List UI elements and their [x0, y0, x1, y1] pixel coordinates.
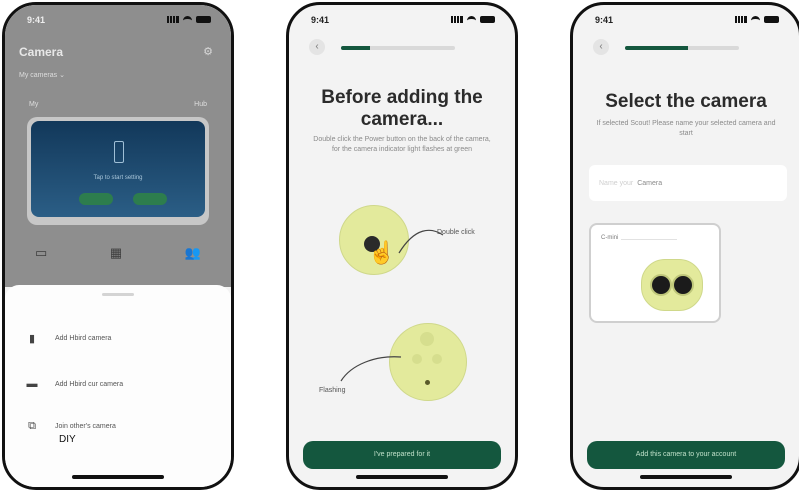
option-label: Join other's camera — [55, 422, 116, 430]
wifi-icon — [467, 16, 476, 23]
signal-icon — [735, 16, 747, 23]
option-add-outdoor-camera[interactable]: ▬ Add Hbird cur camera — [25, 375, 221, 393]
back-button[interactable]: ‹ — [309, 39, 325, 55]
camera-lens-icon — [672, 274, 694, 296]
gear-icon[interactable]: ⚙ — [203, 45, 213, 58]
status-icons — [167, 16, 211, 23]
page-title: Select the camera — [605, 91, 767, 112]
camera-device-image — [641, 259, 703, 311]
camera-card-text: Tap to start setting — [93, 175, 143, 181]
card-action-button-right[interactable] — [133, 193, 167, 205]
back-button[interactable]: ‹ — [593, 39, 609, 55]
page-title: Camera — [19, 45, 64, 59]
home-indicator — [72, 475, 164, 479]
sensor-icon — [420, 332, 434, 346]
callout-double-click: Double click — [437, 229, 475, 236]
column-right: Hub — [194, 101, 207, 108]
wifi-icon — [183, 16, 192, 23]
camera-filter-label: My cameras — [19, 72, 58, 79]
nav-gallery-icon[interactable]: ▦ — [110, 245, 122, 261]
signal-icon — [167, 16, 179, 23]
card-action-button-left[interactable] — [79, 193, 113, 205]
camera-lens-icon — [650, 274, 672, 296]
phone-add-camera-menu: 9:41 Camera ⚙ My cameras ⌄ My Hub Tap to… — [2, 2, 234, 490]
column-labels: My Hub — [29, 101, 207, 108]
page-description: If selected Scout! Please name your sele… — [596, 120, 776, 137]
column-left: My — [29, 101, 39, 108]
prepared-button[interactable]: I've prepared for it — [303, 441, 501, 469]
battery-icon — [480, 16, 495, 23]
add-camera-button[interactable]: Add this camera to your account — [587, 441, 785, 469]
camera-card[interactable]: Tap to start setting — [27, 117, 209, 225]
camera-name-value: Camera — [637, 179, 663, 187]
camera-preview: Tap to start setting — [31, 121, 205, 217]
phone-select-camera: 9:41 ‹ Select the camera If selected Sco… — [570, 2, 799, 490]
home-indicator — [356, 475, 448, 479]
nav-video-icon[interactable]: ▭ — [35, 245, 47, 261]
camera-name-input[interactable]: Name your Camera — [589, 165, 787, 201]
signal-icon — [451, 16, 463, 23]
status-time: 9:41 — [27, 15, 46, 25]
nav-shared-icon[interactable]: 👥 — [185, 245, 201, 261]
status-time: 9:41 — [595, 15, 614, 25]
progress-fill — [341, 46, 370, 50]
option-add-camera[interactable]: ▮ Add Hbird camera — [25, 329, 221, 347]
battery-icon — [764, 16, 779, 23]
status-icons — [735, 16, 779, 23]
status-bar: 9:41 — [5, 15, 231, 29]
divider — [621, 239, 677, 240]
status-icons — [451, 16, 495, 23]
page-title: Before adding the camera... — [321, 87, 483, 130]
progress-fill — [625, 46, 688, 50]
progress-bar — [625, 46, 739, 50]
sheet-handle[interactable] — [102, 293, 134, 296]
phone-before-adding: 9:41 ‹ Before adding the camera... Doubl… — [286, 2, 518, 490]
option-label: Add Hbird camera — [55, 334, 112, 342]
hand-pointer-icon: ☝ — [368, 240, 396, 265]
camera-option-tile[interactable]: C-mini — [589, 223, 721, 323]
callout-flashing: Flashing — [319, 387, 346, 394]
diy-label: DIY — [59, 434, 76, 445]
bottom-nav: ▭ ▦ 👥 — [35, 245, 201, 261]
home-indicator — [640, 475, 732, 479]
wifi-icon — [751, 16, 760, 23]
camera-filter[interactable]: My cameras ⌄ — [19, 71, 65, 79]
callout-arrow-bottom — [340, 356, 402, 382]
status-bar: 9:41 — [573, 15, 799, 29]
status-bar: 9:41 — [289, 15, 515, 29]
outdoor-camera-icon: ▬ — [26, 378, 38, 390]
indicator-light-icon — [425, 380, 430, 385]
camera-option-label: C-mini — [601, 235, 619, 241]
option-label: Add Hbird cur camera — [55, 380, 124, 388]
option-join-camera[interactable]: ⧉ Join other's camera — [25, 417, 221, 435]
status-time: 9:41 — [311, 15, 330, 25]
add-camera-sheet: ▮ Add Hbird camera ▬ Add Hbird cur camer… — [5, 285, 231, 487]
camera-name-label: Name your — [599, 179, 634, 187]
page-description: Double click the Power button on the bac… — [313, 136, 491, 153]
shared-camera-icon: ⧉ — [28, 419, 36, 432]
camera-icon — [114, 141, 124, 163]
sensor-icon — [412, 354, 422, 364]
sensor-icon — [432, 354, 442, 364]
battery-icon — [196, 16, 211, 23]
camera-icon: ▮ — [28, 332, 36, 345]
progress-bar — [341, 46, 455, 50]
